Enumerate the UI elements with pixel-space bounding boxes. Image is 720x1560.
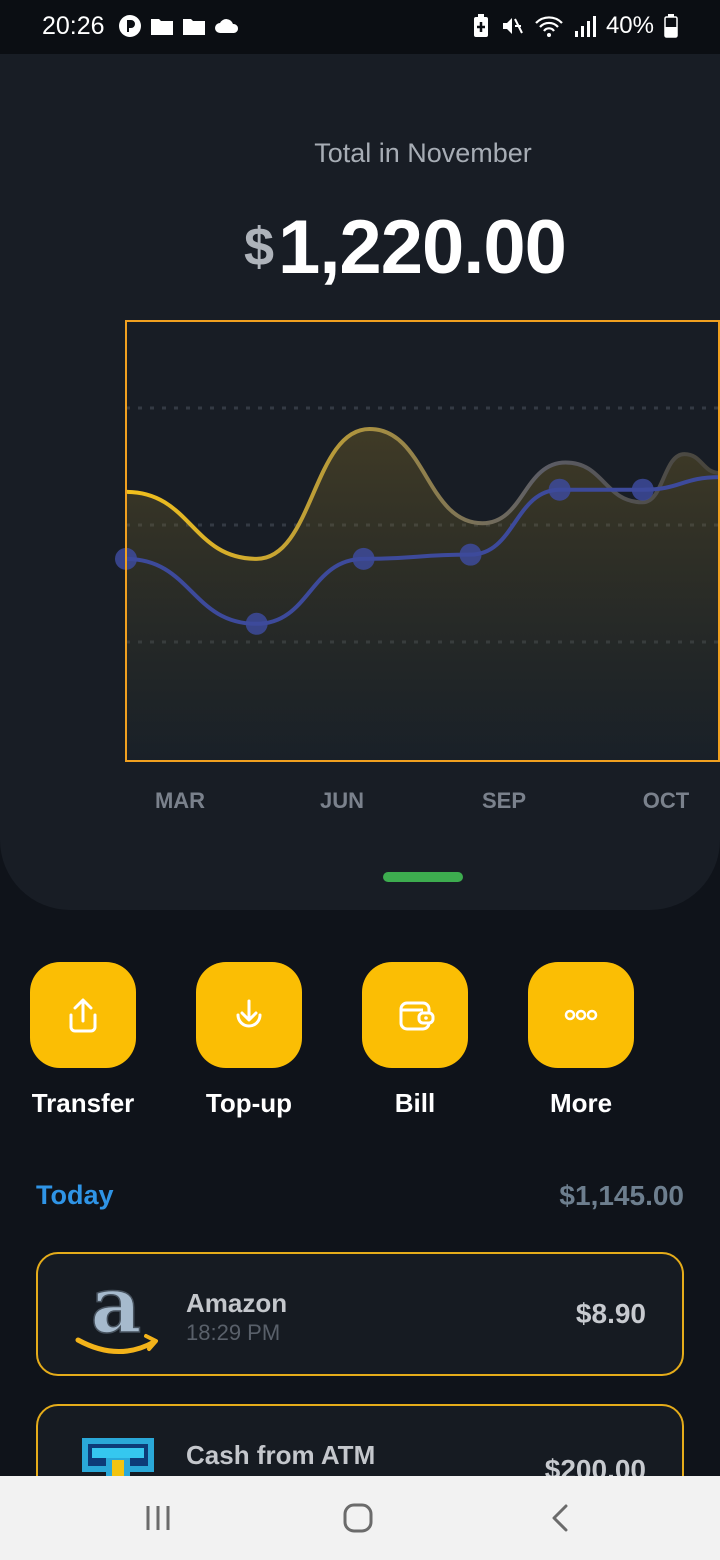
download-icon — [236, 999, 262, 1028]
bill-button[interactable] — [362, 962, 468, 1068]
total-amount: $ 1,220.00 — [244, 204, 567, 291]
bill-action[interactable]: Bill — [345, 962, 485, 1119]
battery-icon — [664, 14, 678, 38]
month-label: OCT — [643, 788, 690, 813]
home-button[interactable] — [338, 1500, 378, 1536]
chart-point — [459, 543, 482, 566]
transaction-name: Amazon — [186, 1288, 288, 1318]
chart-point — [245, 612, 268, 635]
cloud-icon — [215, 19, 239, 33]
transfer-action[interactable]: Transfer — [13, 962, 153, 1119]
month-label: MAR — [155, 788, 205, 813]
total-label: Total in November — [314, 138, 532, 168]
svg-text:a: a — [91, 1270, 142, 1351]
amazon-logo: a — [75, 1270, 158, 1354]
transfer-label: Transfer — [31, 1088, 135, 1118]
back-icon — [552, 1504, 568, 1532]
balance-card: Total in November $ 1,220.00 MAR JUN SEP OC… — [0, 54, 720, 910]
chart-area — [126, 428, 720, 760]
battery-saver-icon — [473, 14, 488, 37]
status-time: 20:26 — [42, 12, 105, 40]
transaction-name: Cash from ATM — [186, 1440, 376, 1470]
bill-label: Bill — [394, 1088, 436, 1118]
chart-point — [352, 547, 375, 570]
signal-icon — [574, 16, 596, 37]
drag-handle[interactable] — [383, 872, 463, 882]
chart-point — [631, 478, 654, 501]
system-nav-bar — [0, 1476, 720, 1560]
transaction-amount: $8.90 — [575, 1298, 646, 1329]
folder-icon — [183, 19, 205, 35]
chart-month-labels: MAR JUN SEP OCT — [155, 788, 690, 813]
recent-apps-button[interactable] — [138, 1500, 178, 1536]
month-label: SEP — [482, 788, 526, 813]
home-icon — [343, 1503, 373, 1533]
battery-percent: 40% — [605, 12, 654, 39]
wallet-icon — [399, 1001, 435, 1031]
recent-apps-icon — [146, 1506, 170, 1530]
spending-chart: MAR JUN SEP OCT — [115, 320, 720, 813]
status-left-icons — [118, 14, 240, 38]
mute-icon — [502, 18, 523, 34]
chart-point — [548, 478, 571, 501]
more-label: More — [549, 1088, 613, 1118]
total-value: 1,220.00 — [278, 205, 567, 290]
wifi-icon — [535, 16, 563, 37]
quick-actions: Transfer Top-up Bill More — [0, 962, 720, 1122]
more-button[interactable] — [528, 962, 634, 1068]
folder-icon — [151, 19, 173, 35]
today-header: Today $1,145.00 — [36, 1180, 684, 1220]
today-total: $1,145.00 — [559, 1180, 684, 1211]
currency-symbol: $ — [244, 217, 275, 277]
month-label: JUN — [320, 788, 364, 813]
transaction-card-amazon[interactable]: a Amazon 18:29 PM $8.90 — [36, 1252, 684, 1376]
app-notification-icon — [119, 15, 141, 37]
upload-icon — [69, 998, 97, 1033]
transfer-button[interactable] — [30, 962, 136, 1068]
more-icon — [564, 1009, 598, 1021]
topup-button[interactable] — [196, 962, 302, 1068]
more-action[interactable]: More — [511, 962, 651, 1119]
status-right: 40% — [472, 12, 678, 40]
transaction-time: 18:29 PM — [186, 1320, 281, 1345]
back-button[interactable] — [540, 1500, 580, 1536]
topup-label: Top-up — [205, 1088, 293, 1118]
today-label: Today — [36, 1180, 114, 1210]
topup-action[interactable]: Top-up — [179, 962, 319, 1119]
status-bar: 20:26 40% — [0, 0, 720, 54]
